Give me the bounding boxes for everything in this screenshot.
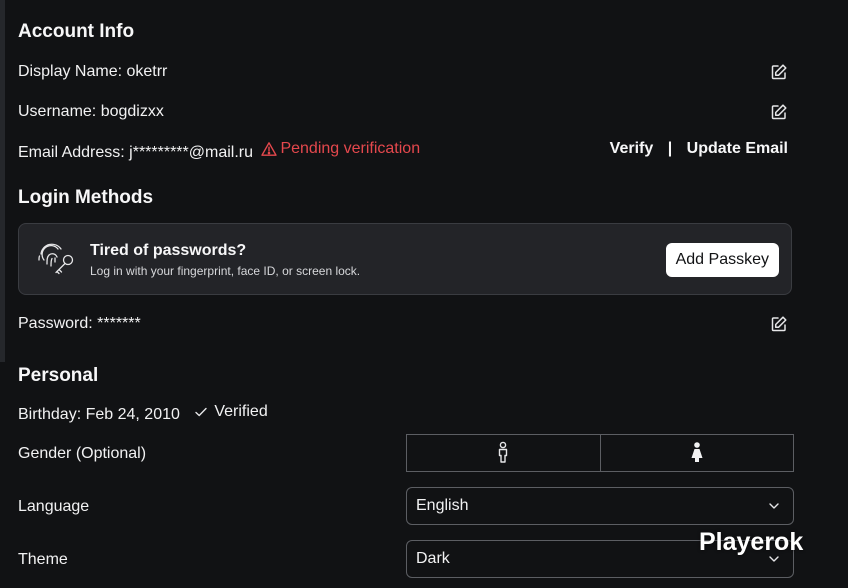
verified-text: Verified (214, 403, 268, 420)
fingerprint-key-icon (38, 243, 74, 275)
left-rail (0, 0, 5, 362)
language-label: Language (18, 498, 90, 515)
login-methods-title: Login Methods (18, 187, 154, 208)
account-info-title: Account Info (18, 21, 135, 42)
display-name: Display Name: oketrr (18, 63, 168, 80)
update-email-link[interactable]: Update Email (687, 140, 788, 157)
chevron-down-icon (769, 503, 779, 509)
checkmark-icon (195, 407, 208, 417)
gender-male-button[interactable] (406, 434, 601, 472)
gender-selector (406, 434, 794, 472)
gender-label: Gender (Optional) (18, 445, 147, 462)
pending-verification-text: Pending verification (280, 140, 421, 157)
verify-link[interactable]: Verify (610, 140, 654, 157)
passkey-title: Tired of passwords? (90, 242, 247, 259)
warning-icon (261, 142, 278, 156)
email-address: Email Address: j*********@mail.ru (18, 144, 253, 161)
add-passkey-button[interactable]: Add Passkey (665, 243, 779, 277)
password: Password: ******* (18, 315, 141, 332)
edit-display-name-icon[interactable] (770, 63, 788, 81)
email-pending-status: Pending verification (261, 140, 420, 158)
language-value: English (416, 497, 469, 514)
passkey-subtitle: Log in with your fingerprint, face ID, o… (90, 264, 361, 278)
female-icon (691, 442, 703, 462)
birthday-row: Birthday: Feb 24, 2010 Verified (18, 403, 268, 424)
male-icon (499, 441, 508, 463)
language-select[interactable]: English (406, 487, 794, 525)
actions-separator: | (667, 140, 673, 157)
playerok-watermark: Playerok (699, 528, 804, 556)
personal-title: Personal (18, 365, 99, 386)
email-actions: Verify | Update Email (610, 140, 788, 158)
username: Username: bogdizxx (18, 103, 164, 120)
gender-female-button[interactable] (600, 434, 794, 472)
birthday-verified: Verified (194, 403, 268, 421)
theme-label: Theme (18, 551, 68, 568)
edit-username-icon[interactable] (770, 103, 788, 121)
passkey-card: Tired of passwords? Log in with your fin… (18, 223, 792, 295)
theme-value: Dark (416, 550, 450, 567)
edit-password-icon[interactable] (770, 315, 788, 333)
email-row: Email Address: j*********@mail.ru Pendin… (18, 140, 420, 162)
birthday: Birthday: Feb 24, 2010 (18, 406, 180, 423)
